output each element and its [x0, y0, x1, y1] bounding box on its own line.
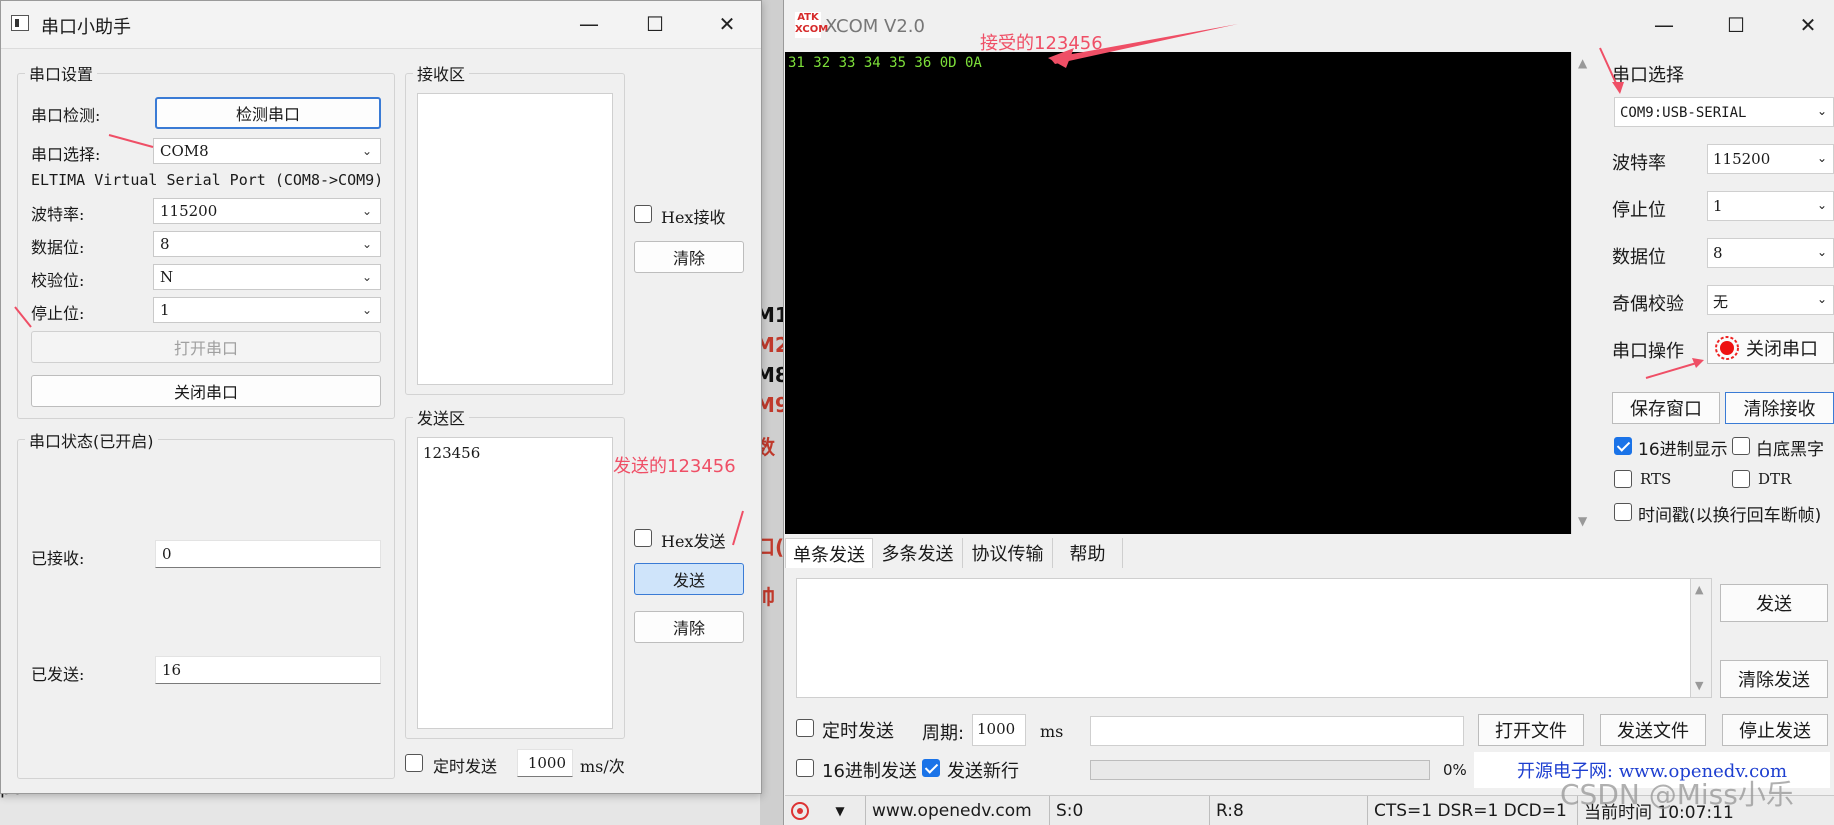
xcom-annotation-arrows: [1048, 24, 1704, 379]
arrow-received: [1050, 24, 1238, 64]
arrowhead-port-select: [1612, 82, 1624, 94]
arrow-close-port: [1645, 361, 1701, 379]
